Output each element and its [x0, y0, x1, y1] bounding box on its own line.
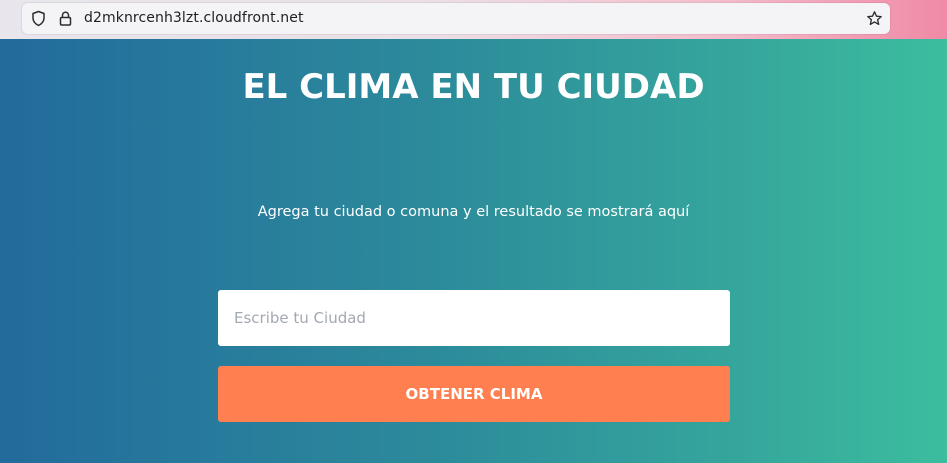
- page-subtitle: Agrega tu ciudad o comuna y el resultado…: [257, 204, 690, 220]
- lock-icon[interactable]: [57, 10, 74, 27]
- weather-page: EL CLIMA EN TU CIUDAD Agrega tu ciudad o…: [0, 39, 947, 463]
- page-title: EL CLIMA EN TU CIUDAD: [242, 67, 705, 107]
- browser-toolbar: d2mknrcenh3lzt.cloudfront.net: [0, 0, 947, 39]
- get-weather-button[interactable]: OBTENER CLIMA: [218, 366, 730, 422]
- shield-icon[interactable]: [30, 10, 47, 27]
- star-icon[interactable]: [866, 10, 883, 27]
- url-text[interactable]: d2mknrcenh3lzt.cloudfront.net: [84, 10, 304, 26]
- city-search-input[interactable]: [218, 290, 730, 346]
- address-bar[interactable]: d2mknrcenh3lzt.cloudfront.net: [22, 3, 890, 34]
